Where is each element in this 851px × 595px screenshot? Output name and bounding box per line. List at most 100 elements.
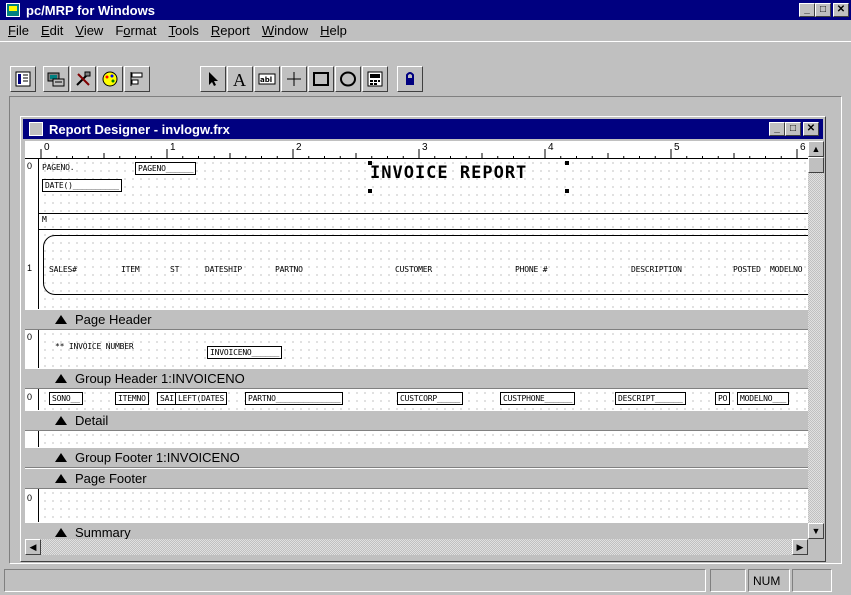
detail-field[interactable]: MODELNO___ [737,392,790,405]
ruler-ticks [40,149,798,159]
line-button[interactable] [281,66,307,92]
scroll-left-button[interactable]: ◀ [25,539,41,555]
page-footer-band-bar[interactable]: Page Footer [25,468,808,489]
layout-button[interactable] [10,66,36,92]
title-band[interactable]: 0 1 PAGENO. PAGENO______ DATE()_________… [25,159,808,309]
band-triangle-icon [55,315,67,324]
band-triangle-icon [55,416,67,425]
report-designer-icon[interactable] [29,122,43,136]
selection-handle[interactable] [368,161,372,165]
vertical-scroll-thumb[interactable] [808,157,824,173]
invoice-number-label[interactable]: ** INVOICE NUMBER [55,342,134,351]
field-button[interactable]: abl [254,66,280,92]
alignment-button[interactable] [124,66,150,92]
vertical-scrollbar[interactable]: ▲ ▼ [808,141,824,539]
menu-file[interactable]: File [2,23,35,38]
group-header-band-label: Group Header 1:INVOICENO [75,371,245,386]
page-header-band-bar[interactable]: Page Header [25,309,808,330]
page-footer-band-label: Page Footer [75,471,147,486]
detail-field[interactable]: LEFT(DATES [175,392,228,405]
detail-field[interactable]: CUSTCORP_____ [397,392,464,405]
invoiceno-field[interactable]: INVOICENO______ [207,346,283,359]
scroll-up-button[interactable]: ▲ [808,141,824,157]
vruler-mark-1: 1 [27,263,33,273]
svg-text:abl: abl [260,76,272,84]
column-header-label[interactable]: CUSTOMER [395,265,432,274]
pointer-button[interactable] [200,66,226,92]
tools-button[interactable] [70,66,96,92]
minimize-button[interactable]: _ [799,3,815,17]
column-header-label[interactable]: DATESHIP [205,265,242,274]
detail-field[interactable]: CUSTPHONE______ [500,392,576,405]
menu-tools[interactable]: Tools [163,23,205,38]
menu-window[interactable]: Window [256,23,314,38]
column-header-label[interactable]: POSTED [733,265,761,274]
detail-field[interactable]: SONO__ [49,392,83,405]
status-bar: NUM [0,566,851,595]
alignment-icon [130,72,143,86]
detail-field[interactable]: PO [715,392,731,405]
column-header-label[interactable]: DESCRIPTION [631,265,682,274]
label-button[interactable]: A [227,66,253,92]
band-triangle-icon [55,374,67,383]
designer-minimize-button[interactable]: _ [769,122,785,136]
close-button[interactable]: ✕ [833,3,849,17]
selection-handle[interactable] [565,189,569,193]
column-header-label[interactable]: ST [170,265,179,274]
report-title-label[interactable]: INVOICE REPORT [370,163,527,183]
menu-report[interactable]: Report [205,23,256,38]
menu-help[interactable]: Help [314,23,353,38]
detail-vruler: 0 [25,389,39,410]
selection-handle[interactable] [565,161,569,165]
app-icon[interactable] [6,3,20,17]
column-header-label[interactable]: SALES# [49,265,77,274]
menu-edit[interactable]: Edit [35,23,69,38]
report-canvas[interactable]: 0 1 2 3 4 5 6 0 1 PAGENO. PAGENO______ DATE()_… [25,141,808,539]
column-header-label[interactable]: PHONE # [515,265,548,274]
column-header-label[interactable]: MODELNO [770,265,803,274]
vruler-mark-0: 0 [27,161,33,171]
band-triangle-icon [55,453,67,462]
detail-field[interactable]: ITEMNO [115,392,149,405]
rectangle-button[interactable] [308,66,334,92]
detail-band-bar[interactable]: Detail [25,410,808,431]
color-palette-button[interactable] [97,66,123,92]
group-header-band-bar[interactable]: Group Header 1:INVOICENO [25,368,808,389]
menu-view[interactable]: View [69,23,109,38]
selection-handle[interactable] [368,189,372,193]
group-header-band[interactable]: 0 ** INVOICE NUMBER INVOICENO______ [25,330,808,368]
summary-band-bar[interactable]: Summary [25,522,808,539]
summary-band[interactable]: 0 [25,489,808,522]
app-title-bar: pc/MRP for Windows _ □ ✕ [0,0,851,20]
designer-close-button[interactable]: ✕ [803,122,819,136]
group-footer-band[interactable] [25,431,808,447]
column-header-label[interactable]: PARTNO [275,265,303,274]
divider-line[interactable] [39,229,808,230]
data-environment-button[interactable] [43,66,69,92]
detail-band[interactable]: 0 SONO__ ITEMNO SAI LEFT(DATES PARTNO_______… [25,389,808,410]
color-palette-icon [102,71,118,87]
m-field[interactable]: M [42,215,47,224]
pageno-label[interactable]: PAGENO. [42,163,75,172]
title-band-vruler: 0 1 [25,159,39,309]
scroll-down-button[interactable]: ▼ [808,523,824,539]
group-footer-band-bar[interactable]: Group Footer 1:INVOICENO [25,447,808,468]
lock-button[interactable] [397,66,423,92]
status-num: NUM [748,569,790,592]
detail-field[interactable]: SAI [157,392,177,405]
vruler-mark-0: 0 [27,493,33,503]
maximize-button[interactable]: □ [815,3,831,17]
menu-format[interactable]: Format [109,23,162,38]
column-header-label[interactable]: ITEM [121,265,140,274]
designer-maximize-button[interactable]: □ [785,122,801,136]
rounded-rectangle-button[interactable] [335,66,361,92]
horizontal-scrollbar[interactable]: ◀ ▶ [25,539,808,555]
detail-field[interactable]: DESCRIPT______ [615,392,686,405]
pageno-field[interactable]: PAGENO______ [135,162,197,175]
divider-line[interactable] [39,213,808,214]
rounded-rectangle-icon [340,71,356,87]
detail-field[interactable]: PARTNO______________ [245,392,344,405]
picture-button[interactable] [362,66,388,92]
date-field[interactable]: DATE()__________ [42,179,122,192]
scroll-right-button[interactable]: ▶ [792,539,808,555]
